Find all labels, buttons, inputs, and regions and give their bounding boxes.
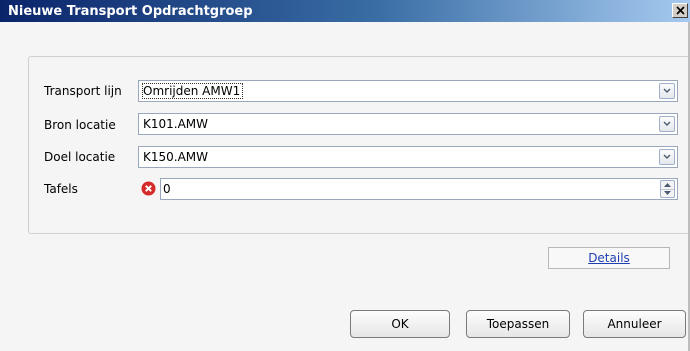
apply-button[interactable]: Toepassen <box>466 310 570 338</box>
details-link[interactable]: Details <box>588 251 630 265</box>
chevron-down-icon <box>663 154 671 159</box>
transport-lijn-label: Transport lijn <box>44 84 122 98</box>
bron-locatie-dropdown-button[interactable] <box>659 116 675 132</box>
chevron-down-icon <box>663 121 671 126</box>
tafels-label: Tafels <box>44 182 78 196</box>
doel-locatie-dropdown[interactable]: K150.AMW <box>138 146 678 168</box>
close-button[interactable] <box>672 3 688 18</box>
bron-locatie-value: K101.AMW <box>143 117 209 131</box>
ok-button[interactable]: OK <box>350 310 450 338</box>
close-icon <box>676 6 685 15</box>
doel-locatie-label: Doel locatie <box>44 150 116 164</box>
spin-down-button[interactable] <box>661 189 674 197</box>
tafels-spinner[interactable] <box>660 180 675 198</box>
cancel-button[interactable]: Annuleer <box>583 310 686 338</box>
title-bar[interactable]: Nieuwe Transport Opdrachtgroep <box>0 0 690 22</box>
transport-lijn-dropdown[interactable]: Omrijden AMW1 <box>138 80 678 102</box>
details-link-box: Details <box>548 247 670 269</box>
spin-down-icon <box>664 191 671 195</box>
window-title: Nieuwe Transport Opdrachtgroep <box>8 4 253 19</box>
doel-locatie-dropdown-button[interactable] <box>659 149 675 165</box>
transport-lijn-value: Omrijden AMW1 <box>141 83 244 99</box>
spin-up-icon <box>664 183 671 187</box>
chevron-down-icon <box>663 88 671 93</box>
tafels-number-input[interactable]: 0 <box>160 178 678 200</box>
bron-locatie-label: Bron locatie <box>44 118 116 132</box>
bron-locatie-dropdown[interactable]: K101.AMW <box>138 113 678 135</box>
tafels-value: 0 <box>163 182 171 196</box>
transport-lijn-dropdown-button[interactable] <box>659 83 675 99</box>
error-icon <box>141 181 156 196</box>
doel-locatie-value: K150.AMW <box>143 150 209 164</box>
dialog-window: Nieuwe Transport Opdrachtgroep Transport… <box>0 0 690 351</box>
